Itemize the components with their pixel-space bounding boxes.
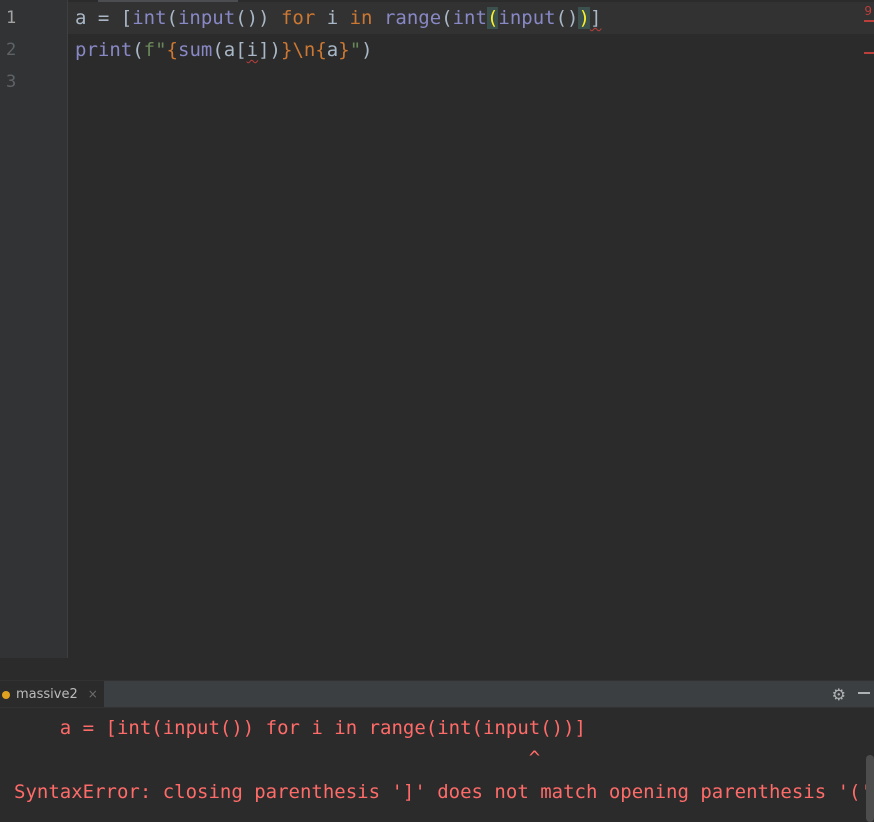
console-output-line: ^ <box>14 747 541 769</box>
minimize-icon[interactable] <box>858 692 870 694</box>
panel-divider[interactable] <box>0 658 874 681</box>
line-number: 1 <box>6 8 17 28</box>
unresolved-reference-marker: i <box>246 39 259 61</box>
gear-icon[interactable]: ⚙ <box>832 685 846 704</box>
error-stripe-mark[interactable] <box>864 20 874 22</box>
line-number: 3 <box>6 72 17 92</box>
matched-paren-close: ) <box>578 7 590 29</box>
error-stripe-mark[interactable] <box>864 52 874 54</box>
tab-indicator <box>98 0 238 2</box>
console-error-line: SyntaxError: closing parenthesis ']' doe… <box>14 781 872 803</box>
close-icon[interactable]: × <box>88 687 98 701</box>
console-output-line: a = [int(input()) for i in range(int(inp… <box>14 717 586 739</box>
line-number: 2 <box>6 40 17 60</box>
line-number-gutter: 1 2 3 <box>0 0 68 658</box>
python-run-icon <box>2 691 10 699</box>
run-tab[interactable]: massive2 × <box>0 681 104 707</box>
error-count-label[interactable]: 9 <box>864 4 872 18</box>
console-scrollbar[interactable] <box>866 755 874 822</box>
syntax-error-marker: ] <box>589 7 602 29</box>
code-line-1[interactable]: a = [int(input()) for i in range(int(inp… <box>75 6 601 30</box>
run-panel-header: massive2 × ⚙ <box>0 681 874 708</box>
run-console[interactable]: a = [int(input()) for i in range(int(inp… <box>0 708 874 822</box>
matched-paren-open: ( <box>486 7 499 29</box>
run-tab-label: massive2 <box>16 686 78 702</box>
code-editor[interactable]: 1 2 3 a = [int(input()) for i in range(i… <box>0 0 874 658</box>
code-line-2[interactable]: print(f"{sum(a[i])}\n{a}") <box>75 38 373 62</box>
